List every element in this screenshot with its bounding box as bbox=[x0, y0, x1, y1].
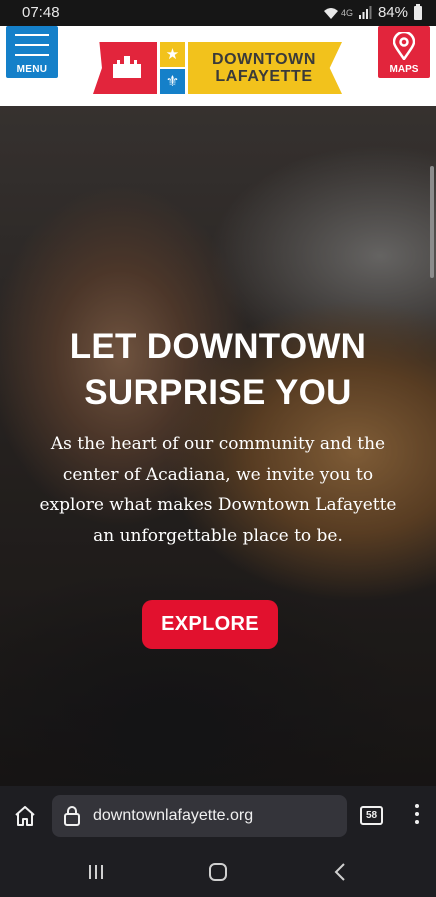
menu-button[interactable]: MENU bbox=[6, 26, 58, 78]
url-bar[interactable]: downtownlafayette.org bbox=[52, 795, 347, 837]
back-icon[interactable] bbox=[334, 863, 346, 881]
map-pin-icon bbox=[393, 32, 415, 60]
battery-icon bbox=[414, 3, 422, 20]
nav-home-icon[interactable] bbox=[209, 863, 227, 881]
recent-apps-icon[interactable] bbox=[88, 864, 104, 880]
fleur-de-lis-icon: ⚜ bbox=[160, 69, 185, 94]
battery-percent: 84% bbox=[377, 4, 408, 21]
tabs-button[interactable]: 58 bbox=[360, 806, 383, 825]
scrollbar-thumb[interactable] bbox=[430, 166, 434, 278]
wifi-icon bbox=[323, 7, 338, 19]
android-nav-bar bbox=[0, 846, 436, 897]
signal-icon bbox=[358, 6, 372, 19]
hero-title: LET DOWNTOWN SURPRISE YOU bbox=[20, 324, 416, 416]
network-type: 4G bbox=[340, 7, 353, 18]
hero-section: LET DOWNTOWN SURPRISE YOU As the heart o… bbox=[0, 106, 436, 786]
status-bar: 07:48 4G 84% bbox=[0, 0, 436, 26]
castle-icon bbox=[113, 56, 141, 78]
maps-label: MAPS bbox=[389, 64, 419, 75]
lock-icon bbox=[64, 806, 80, 826]
menu-label: MENU bbox=[16, 64, 48, 75]
logo-text-line1: DOWNTOWN bbox=[211, 51, 317, 68]
hero-title-line2: SURPRISE YOU bbox=[84, 373, 352, 412]
url-text: downtownlafayette.org bbox=[93, 807, 254, 824]
hero-description: As the heart of our community and the ce… bbox=[39, 434, 397, 546]
explore-button[interactable]: EXPLORE bbox=[142, 600, 278, 649]
status-time: 07:48 bbox=[22, 4, 60, 21]
logo-text: DOWNTOWN LAFAYETTE bbox=[206, 51, 322, 85]
hero-title-line1: LET DOWNTOWN bbox=[69, 327, 367, 366]
hamburger-icon bbox=[15, 34, 49, 64]
maps-button[interactable]: MAPS bbox=[378, 26, 430, 78]
star-icon: ★ bbox=[160, 42, 185, 67]
more-vert-icon[interactable] bbox=[408, 804, 426, 828]
home-icon[interactable] bbox=[14, 806, 36, 826]
logo-text-line2: LAFAYETTE bbox=[215, 68, 313, 85]
downtown-lafayette-logo[interactable]: ★ ⚜ DOWNTOWN LAFAYETTE bbox=[93, 42, 342, 94]
status-icons: 4G 84% bbox=[323, 3, 422, 21]
browser-toolbar: downtownlafayette.org 58 bbox=[0, 786, 436, 846]
